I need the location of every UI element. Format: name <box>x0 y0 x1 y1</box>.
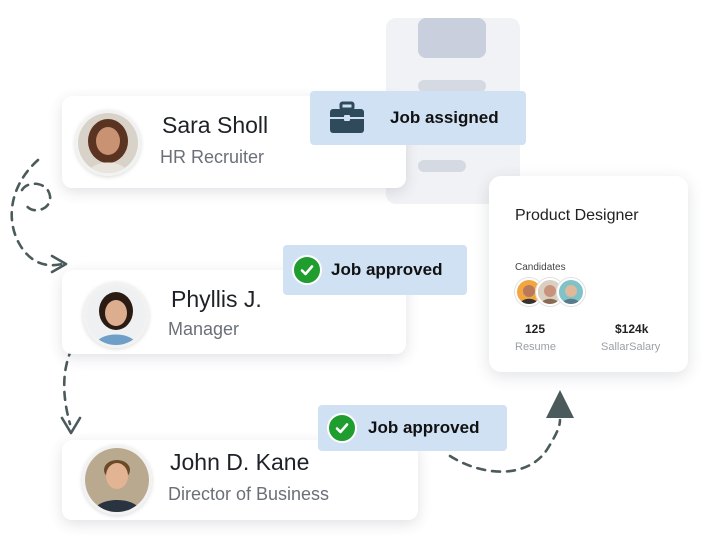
candidates-label: Candidates <box>515 262 566 273</box>
person-name: Phyllis J. <box>171 286 262 312</box>
badge-label: Job approved <box>331 260 443 279</box>
job-assigned-badge: Job assigned <box>310 91 526 145</box>
loop-curl <box>20 182 52 212</box>
stat-value: 125 <box>525 322 546 336</box>
person-role: Manager <box>168 319 240 339</box>
down-arrow-path <box>62 346 74 426</box>
check-circle-icon <box>292 255 322 285</box>
person-name: Sara Sholl <box>162 112 269 138</box>
stat-label: SallarSalary <box>601 341 661 353</box>
arrow-head-up <box>546 390 574 418</box>
avatar-phyllis <box>83 282 149 348</box>
job-approved-badge: Job approved <box>283 245 467 295</box>
stat-value: $124k <box>615 322 649 336</box>
avatar-john <box>82 445 152 515</box>
badge-label: Job approved <box>368 418 480 437</box>
job-card: Product Designer Candidates 125 Resume $… <box>489 176 688 372</box>
candidate-avatar <box>557 278 585 306</box>
job-title: Product Designer <box>515 207 639 224</box>
check-circle-icon <box>327 413 357 443</box>
avatar-sara <box>75 110 141 176</box>
job-approved-badge: Job approved <box>318 405 507 451</box>
person-role: Director of Business <box>168 484 330 504</box>
stat-label: Resume <box>515 341 556 353</box>
briefcase-icon <box>330 101 364 133</box>
arrow-head-down <box>60 416 82 435</box>
person-role: HR Recruiter <box>160 147 265 167</box>
loop-arrow-path <box>10 158 64 267</box>
person-name: John D. Kane <box>170 449 310 475</box>
badge-label: Job assigned <box>390 108 499 127</box>
